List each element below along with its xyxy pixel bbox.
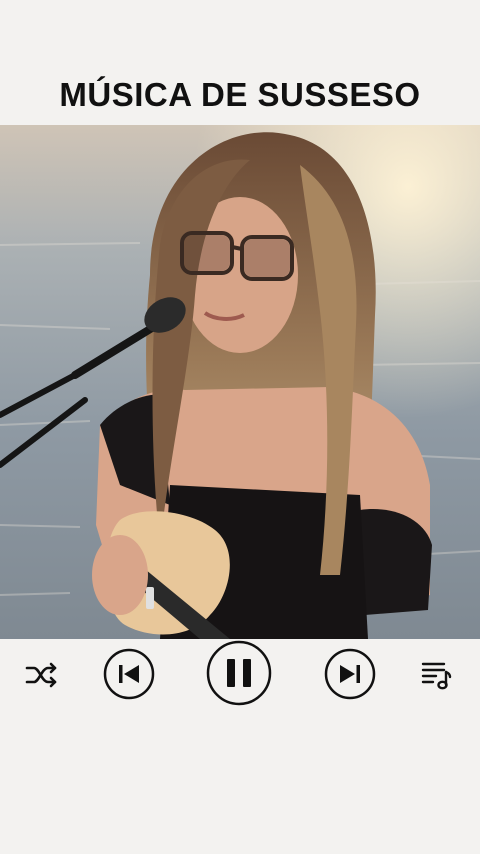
play-pause-button[interactable] xyxy=(206,640,272,706)
skip-previous-icon xyxy=(103,648,155,700)
video-player[interactable] xyxy=(0,125,480,639)
shuffle-icon xyxy=(25,662,57,688)
pause-icon xyxy=(206,640,272,706)
playlist-icon xyxy=(421,662,452,690)
shuffle-button[interactable] xyxy=(22,658,62,692)
video-frame-singer xyxy=(0,125,480,639)
skip-next-icon xyxy=(324,648,376,700)
next-track-button[interactable] xyxy=(324,648,376,700)
playback-controls xyxy=(0,640,480,710)
playlist-button[interactable] xyxy=(418,658,454,692)
previous-track-button[interactable] xyxy=(103,648,155,700)
page-title: MÚSICA DE SUSSESO xyxy=(59,76,421,113)
